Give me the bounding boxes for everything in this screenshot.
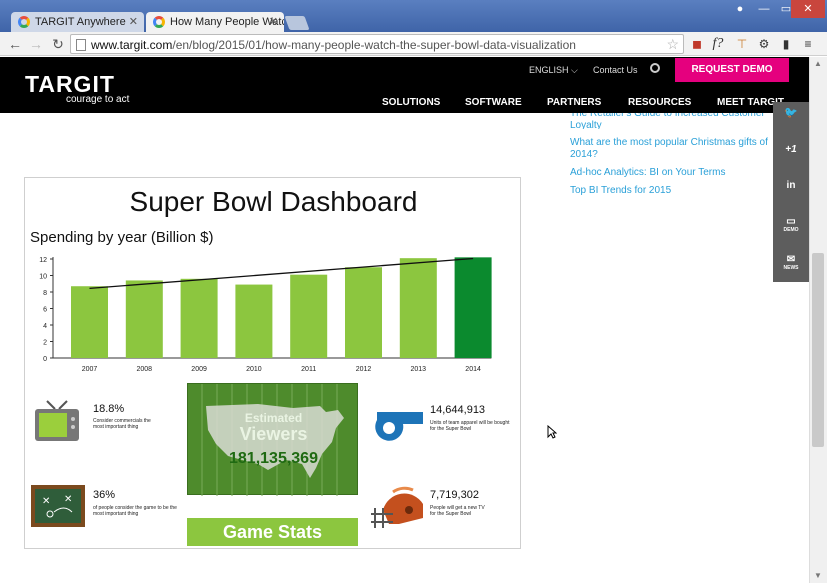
reload-icon[interactable]: ↻ — [49, 35, 67, 53]
tagline: courage to act — [66, 94, 130, 105]
site-header: TARGIT courage to act ENGLISH ⌵ Contact … — [0, 57, 809, 113]
x-tick-label: 2011 — [301, 366, 316, 373]
viewers-value: 181,135,369 — [229, 450, 318, 467]
viewers-label: Viewers — [239, 424, 308, 444]
sidebar-link-bi-trends[interactable]: Top BI Trends for 2015 — [570, 185, 671, 197]
page-scrollbar[interactable]: ▲ ▼ — [809, 57, 827, 583]
stat-game-value: 36% — [93, 489, 116, 501]
bar-2010 — [235, 284, 273, 358]
y-tick-label: 2 — [43, 340, 47, 347]
stat-commercials-text: Consider commercials the most important … — [93, 418, 151, 430]
chrome-favicon-icon — [153, 16, 165, 28]
nav-resources[interactable]: RESOURCES — [628, 97, 691, 108]
stat-newtv-value: 7,719,302 — [430, 489, 479, 501]
browser-toolbar: ← → ↻ www.targit.com/en/blog/2015/01/how… — [0, 32, 827, 56]
nav-solutions[interactable]: SOLUTIONS — [382, 97, 440, 108]
menu-icon[interactable]: ≡ — [800, 36, 816, 52]
y-tick-label: 8 — [43, 290, 47, 297]
y-tick-label: 6 — [43, 307, 47, 314]
bookmark-icon[interactable]: ▮ — [778, 36, 794, 52]
x-tick-label: 2009 — [191, 366, 207, 373]
gear-icon[interactable]: ⚙ — [756, 36, 772, 52]
new-tab-button[interactable] — [284, 16, 310, 30]
svg-text:✕: ✕ — [64, 494, 72, 505]
svg-text:✕: ✕ — [42, 496, 50, 507]
tab-title: TARGIT Anywhere — [35, 16, 126, 28]
formula-icon[interactable]: f? — [710, 36, 726, 52]
estimated-label: Estimated — [244, 411, 303, 425]
minimize-button[interactable]: — — [753, 0, 775, 18]
google-plus-icon[interactable]: +1 — [773, 144, 809, 155]
bar-2011 — [290, 274, 328, 358]
extension-icon[interactable]: ⊤ — [734, 36, 750, 52]
sidebar-link-christmas[interactable]: What are the most popular Christmas gift… — [570, 137, 775, 161]
mouse-cursor-icon — [547, 425, 557, 439]
bar-2013 — [399, 258, 437, 358]
request-demo-button[interactable]: REQUEST DEMO — [675, 58, 789, 82]
y-tick-label: 10 — [39, 274, 47, 281]
search-icon[interactable] — [650, 63, 660, 73]
y-tick-label: 12 — [39, 257, 47, 264]
scroll-thumb[interactable] — [812, 253, 824, 447]
estimated-viewers-panel: Estimated Viewers 181,135,369 — [187, 383, 358, 496]
star-icon[interactable]: ☆ — [666, 36, 679, 53]
page-icon — [76, 39, 86, 51]
nav-partners[interactable]: PARTNERS — [547, 97, 601, 108]
tab-targit-anywhere[interactable]: TARGIT Anywhere ✕ — [11, 12, 144, 32]
linkedin-icon[interactable]: in — [773, 180, 809, 191]
demo-monitor-icon[interactable]: ▭ DEMO — [773, 216, 809, 233]
tab-bar: TARGIT Anywhere ✕ How Many People Watch … — [0, 0, 827, 32]
playbook-icon: ✕ ✕ — [31, 485, 85, 527]
bar-2012 — [345, 267, 382, 358]
whistle-icon — [375, 412, 423, 441]
chart-subtitle: Spending by year (Billion $) — [30, 229, 214, 246]
back-arrow-icon[interactable]: ← — [6, 35, 24, 53]
news-envelope-icon[interactable]: ✉ NEWS — [773, 254, 809, 271]
x-tick-label: 2013 — [411, 366, 427, 373]
chrome-favicon-icon — [18, 16, 30, 28]
x-tick-label: 2010 — [246, 366, 262, 373]
game-stats-banner: Game Stats — [187, 518, 358, 546]
bar-2008 — [125, 280, 163, 358]
close-icon[interactable]: ✕ — [269, 15, 278, 28]
chevron-down-icon: ⌵ — [571, 65, 578, 75]
window-close-button[interactable]: ✕ — [791, 0, 825, 18]
stat-apparel-value: 14,644,913 — [430, 404, 486, 416]
spending-bar-chart: 0 2 4 6 8 10 12 2007 2008 2009 2010 2011 2012 2013 201… — [39, 257, 492, 373]
language-selector[interactable]: ENGLISH ⌵ — [529, 65, 578, 76]
nav-software[interactable]: SOFTWARE — [465, 97, 522, 108]
y-tick-label: 4 — [43, 323, 47, 330]
x-tick-label: 2008 — [137, 366, 153, 373]
scroll-down-icon[interactable]: ▼ — [814, 571, 822, 580]
stat-commercials-value: 18.8% — [93, 403, 125, 415]
x-tick-label: 2007 — [82, 366, 98, 373]
bar-2009 — [180, 278, 218, 358]
tv-icon — [35, 400, 79, 441]
social-share-bar: 🐦 +1 in ▭ DEMO ✉ NEWS — [773, 102, 809, 282]
twitter-icon[interactable]: 🐦 — [773, 106, 809, 119]
x-tick-label: 2012 — [356, 366, 372, 373]
x-tick-label: 2014 — [465, 366, 481, 373]
super-bowl-infographic: Super Bowl Dashboard Spending by year (B… — [24, 177, 521, 549]
tab-super-bowl[interactable]: How Many People Watch ✕ — [146, 12, 284, 32]
stat-game-text: of people consider the game to be the mo… — [93, 505, 177, 517]
user-icon[interactable]: ● — [731, 0, 749, 18]
stat-newtv-text: People will get a new TV for the Super B… — [430, 505, 485, 517]
helmet-icon — [371, 486, 423, 528]
y-tick-label: 0 — [43, 356, 47, 363]
stat-apparel-text: Units of team apparel will be bought for… — [430, 420, 510, 432]
sidebar-link-adhoc[interactable]: Ad-hoc Analytics: BI on Your Terms — [570, 167, 725, 179]
tab-title: How Many People Watch — [170, 16, 284, 28]
contact-link[interactable]: Contact Us — [593, 65, 638, 75]
sidebar-link-loyalty[interactable]: The Retailer's Guide to Increased Custom… — [570, 113, 770, 129]
forward-arrow-icon[interactable]: → — [27, 35, 45, 53]
infographic-title: Super Bowl Dashboard — [129, 186, 418, 217]
pocket-icon[interactable]: ◼ — [689, 36, 705, 52]
close-icon[interactable]: ✕ — [129, 15, 138, 28]
url-text: www.targit.com/en/blog/2015/01/how-many-… — [91, 38, 576, 52]
bar-2007 — [71, 286, 108, 358]
bar-2014 — [454, 257, 492, 358]
address-bar[interactable]: www.targit.com/en/blog/2015/01/how-many-… — [70, 34, 684, 54]
scroll-up-icon[interactable]: ▲ — [814, 59, 822, 68]
